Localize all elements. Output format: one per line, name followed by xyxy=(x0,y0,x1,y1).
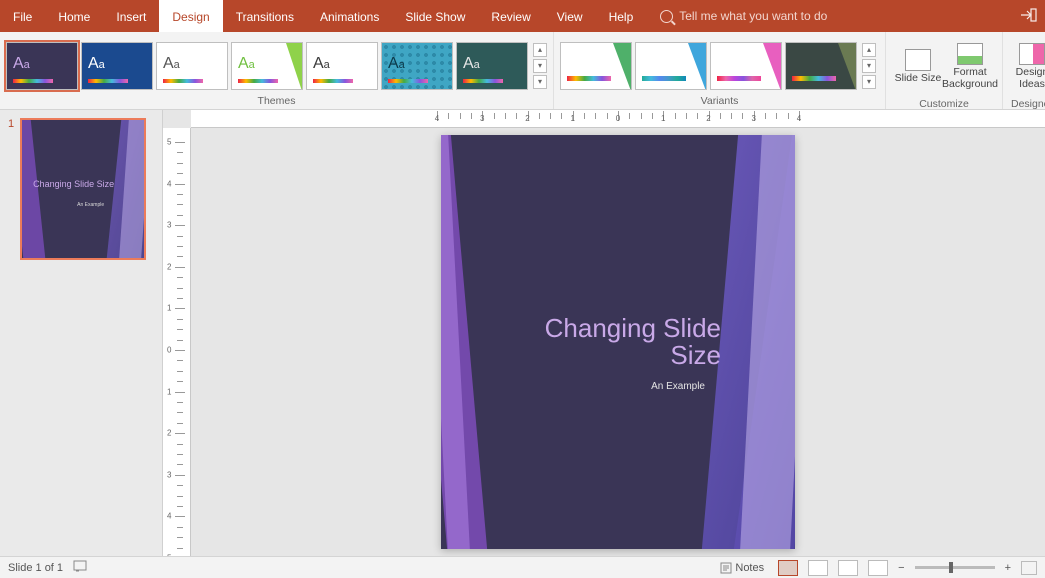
zoom-in-button[interactable]: + xyxy=(1005,562,1011,574)
canvas[interactable]: Changing SlideSize An Example xyxy=(191,128,1045,556)
variant-thumb-1[interactable] xyxy=(635,42,707,90)
design-ideas-icon xyxy=(1019,43,1045,65)
theme-thumb-1[interactable]: Aa xyxy=(81,42,153,90)
slide-thumbnail-1[interactable]: Changing Slide Size An Example xyxy=(20,118,146,260)
workspace: 1 Changing Slide Size An Example 4321012… xyxy=(0,110,1045,556)
tab-help[interactable]: Help xyxy=(596,0,647,32)
notes-button[interactable]: Notes xyxy=(716,557,768,578)
vertical-ruler[interactable]: 54321012345 xyxy=(163,128,191,556)
slide[interactable]: Changing SlideSize An Example xyxy=(441,135,795,549)
theme-thumb-0[interactable]: Aa xyxy=(6,42,78,90)
tab-slide-show[interactable]: Slide Show xyxy=(392,0,478,32)
ribbon-tabs: FileHomeInsertDesignTransitionsAnimation… xyxy=(0,0,646,32)
thumbnail-number: 1 xyxy=(8,118,14,260)
tab-insert[interactable]: Insert xyxy=(103,0,159,32)
tab-animations[interactable]: Animations xyxy=(307,0,392,32)
design-ideas-button[interactable]: Design Ideas xyxy=(1009,36,1045,98)
themes-gallery-scroll[interactable]: ▴ ▾ ▾ xyxy=(533,43,547,89)
reading-view-button[interactable] xyxy=(838,560,858,576)
status-bar: Slide 1 of 1 Notes − + xyxy=(0,556,1045,578)
search-icon xyxy=(660,10,673,23)
gallery-scroll-up[interactable]: ▴ xyxy=(533,43,547,57)
slideshow-view-button[interactable] xyxy=(868,560,888,576)
variants-group: ▴ ▾ ▾ Variants xyxy=(554,32,886,109)
thumbnail-row: 1 Changing Slide Size An Example xyxy=(8,118,154,260)
theme-thumb-3[interactable]: Aa xyxy=(231,42,303,90)
horizontal-ruler[interactable]: 432101234 xyxy=(191,110,1045,128)
ribbon: AaAaAaAaAaAaAa▴▾▾ Themes ▴▾▾ Variants Sl… xyxy=(0,32,1045,110)
notes-icon xyxy=(720,562,732,574)
tab-design[interactable]: Design xyxy=(159,0,222,32)
tab-file[interactable]: File xyxy=(0,0,45,32)
slide-title[interactable]: Changing SlideSize xyxy=(545,315,721,370)
slide-counter[interactable]: Slide 1 of 1 xyxy=(8,562,63,574)
slide-subtitle[interactable]: An Example xyxy=(651,381,705,392)
theme-thumb-4[interactable]: Aa xyxy=(306,42,378,90)
gallery-scroll-up[interactable]: ▴ xyxy=(862,43,876,57)
themes-label: Themes xyxy=(0,95,553,109)
customize-group: Slide Size Format Background Customize xyxy=(886,32,1003,109)
gallery-scroll-down[interactable]: ▾ xyxy=(862,59,876,73)
theme-thumb-5[interactable]: Aa xyxy=(381,42,453,90)
themes-group: AaAaAaAaAaAaAa▴▾▾ Themes xyxy=(0,32,554,109)
gallery-scroll-down[interactable]: ▾ xyxy=(533,59,547,73)
tell-me-placeholder: Tell me what you want to do xyxy=(679,9,827,23)
format-background-button[interactable]: Format Background xyxy=(944,36,996,98)
tab-view[interactable]: View xyxy=(544,0,596,32)
tell-me-search[interactable]: Tell me what you want to do xyxy=(660,9,827,23)
slide-size-button[interactable]: Slide Size xyxy=(892,36,944,98)
tab-review[interactable]: Review xyxy=(478,0,543,32)
zoom-out-button[interactable]: − xyxy=(898,562,904,574)
format-background-icon xyxy=(957,43,983,65)
share-icon[interactable] xyxy=(1021,8,1037,25)
sorter-view-button[interactable] xyxy=(808,560,828,576)
variants-gallery-scroll[interactable]: ▴ ▾ ▾ xyxy=(862,43,876,89)
theme-thumb-6[interactable]: Aa xyxy=(456,42,528,90)
title-bar: FileHomeInsertDesignTransitionsAnimation… xyxy=(0,0,1045,32)
variants-label: Variants xyxy=(554,95,885,109)
gallery-more[interactable]: ▾ xyxy=(533,75,547,89)
slide-size-icon xyxy=(905,49,931,71)
normal-view-button[interactable] xyxy=(778,560,798,576)
theme-thumb-2[interactable]: Aa xyxy=(156,42,228,90)
tab-transitions[interactable]: Transitions xyxy=(223,0,307,32)
variant-thumb-2[interactable] xyxy=(710,42,782,90)
slide-editor: 432101234 54321012345 Changing SlideSize… xyxy=(163,110,1045,556)
variant-thumb-0[interactable] xyxy=(560,42,632,90)
zoom-slider[interactable] xyxy=(915,566,995,569)
slide-thumbnails-panel[interactable]: 1 Changing Slide Size An Example xyxy=(0,110,163,556)
fit-slide-button[interactable] xyxy=(1021,561,1037,575)
variant-thumb-3[interactable] xyxy=(785,42,857,90)
spellcheck-icon[interactable] xyxy=(73,560,87,575)
tab-home[interactable]: Home xyxy=(45,0,103,32)
designer-group: Design Ideas Designer xyxy=(1003,32,1045,109)
gallery-more[interactable]: ▾ xyxy=(862,75,876,89)
